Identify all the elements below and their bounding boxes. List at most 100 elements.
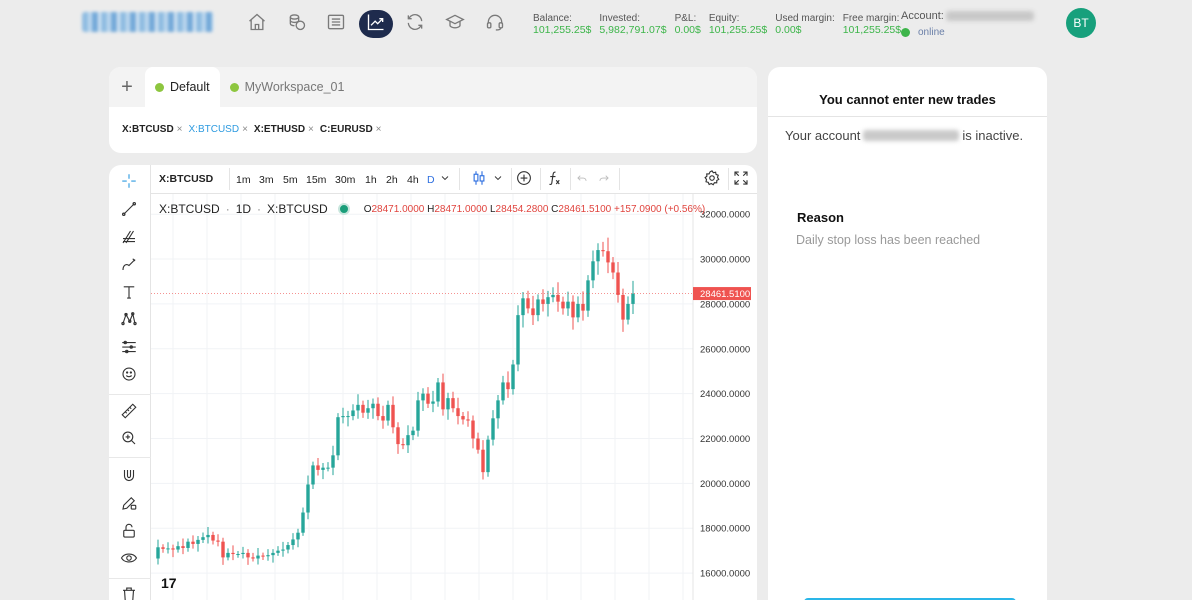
y-tick-label: 16000.0000: [700, 569, 750, 580]
stat-value: 5,982,791.07$: [599, 24, 667, 36]
timeframe-4h[interactable]: 4h: [407, 174, 419, 186]
timeframe-2h[interactable]: 2h: [386, 174, 398, 186]
close-icon[interactable]: ×: [177, 124, 183, 135]
tab-myworkspace[interactable]: MyWorkspace_01: [220, 67, 355, 107]
candle: [246, 549, 250, 565]
price-chart[interactable]: 16000.0000 18000.0000 20000.0000 22000.0000…: [151, 194, 757, 600]
legend-ohlc: O28471.0000 H28471.0000 L28454.2800 C284…: [364, 204, 706, 215]
candle: [561, 296, 565, 315]
y-tick-label: 26000.0000: [700, 344, 750, 355]
chart-type-button[interactable]: [469, 170, 489, 190]
candle-body: [391, 404, 395, 428]
nav-support[interactable]: [478, 10, 512, 38]
candle-body: [371, 403, 375, 409]
candle: [446, 392, 450, 420]
legend-interval: 1D: [235, 202, 252, 216]
candle: [621, 288, 625, 332]
candle: [521, 291, 525, 328]
candle-body: [381, 416, 385, 421]
candle: [551, 287, 555, 303]
close-icon[interactable]: ×: [242, 124, 248, 135]
tab-status-dot: [229, 82, 239, 92]
candle: [596, 243, 600, 275]
redo-button[interactable]: [594, 170, 614, 190]
candle: [586, 275, 590, 317]
account-info[interactable]: Account: online: [901, 10, 1034, 38]
candle: [326, 462, 330, 472]
add-workspace-button[interactable]: +: [109, 67, 145, 107]
candle-body: [201, 537, 205, 540]
crosshair-tool[interactable]: [118, 172, 140, 194]
timeframe-15m[interactable]: 15m: [306, 174, 326, 186]
chart-settings-button[interactable]: [702, 169, 722, 190]
fullscreen-icon: [732, 169, 750, 192]
nav-portfolio[interactable]: [280, 10, 314, 38]
tradingview-logo[interactable]: 17: [161, 575, 177, 591]
trendline-tool[interactable]: [118, 200, 140, 222]
compare-button[interactable]: [514, 170, 534, 190]
candle: [466, 411, 470, 427]
fullscreen-button[interactable]: [731, 170, 751, 190]
timeframe-dropdown[interactable]: [438, 170, 452, 190]
delete-tool[interactable]: [118, 585, 140, 600]
symbol-tab[interactable]: X:BTCUSD ×: [122, 124, 183, 135]
workspace-tabs: + Default MyWorkspace_01: [109, 67, 757, 107]
y-tick-label: 18000.0000: [700, 524, 750, 535]
candle: [191, 535, 195, 549]
nav-academy[interactable]: [438, 10, 472, 38]
pitchfork-icon: [120, 228, 138, 251]
zoom-tool[interactable]: [118, 429, 140, 451]
chart-symbol-search[interactable]: X:BTCUSD: [159, 173, 213, 185]
nav-orders[interactable]: [319, 10, 353, 38]
candle-body: [241, 552, 245, 555]
prediction-tool[interactable]: [118, 338, 140, 360]
account-id-redacted: [945, 11, 1034, 21]
graduation-cap-icon: [445, 12, 465, 37]
fib-tool[interactable]: [118, 228, 140, 250]
timeframe-d[interactable]: D: [427, 174, 435, 186]
candle-body: [396, 427, 400, 445]
timeframe-3m[interactable]: 3m: [259, 174, 274, 186]
nav-history[interactable]: [398, 10, 432, 38]
tab-default[interactable]: Default: [145, 67, 220, 107]
nav-home[interactable]: [240, 10, 274, 38]
measure-tool[interactable]: [118, 402, 140, 424]
icon-tool[interactable]: [118, 365, 140, 387]
symbol-label: X:BTCUSD: [122, 124, 174, 135]
nav-trading[interactable]: [358, 10, 393, 38]
candle: [366, 399, 370, 419]
timeframe-5m[interactable]: 5m: [283, 174, 298, 186]
symbol-tab[interactable]: C:EURUSD ×: [320, 124, 382, 135]
candle-body: [471, 420, 475, 439]
lock-drawing-tool[interactable]: [118, 494, 140, 516]
timeframe-30m[interactable]: 30m: [335, 174, 355, 186]
visibility-tool[interactable]: [118, 549, 140, 571]
timeframe-1m[interactable]: 1m: [236, 174, 251, 186]
stat-label: Free margin:: [842, 13, 900, 24]
candle: [161, 544, 165, 553]
close-icon[interactable]: ×: [308, 124, 314, 135]
candle: [221, 537, 225, 565]
timeframe-1h[interactable]: 1h: [365, 174, 377, 186]
magnet-tool[interactable]: [118, 467, 140, 489]
undo-button[interactable]: [572, 170, 592, 190]
symbol-tab-active[interactable]: X:BTCUSD ×: [189, 124, 248, 135]
chart-type-dropdown[interactable]: [491, 170, 505, 190]
lock-tool[interactable]: [118, 522, 140, 544]
avatar[interactable]: BT: [1066, 8, 1096, 38]
candle-body: [251, 557, 255, 559]
brand-logo[interactable]: [82, 12, 214, 32]
candle-body: [351, 410, 355, 417]
y-tick-label: 22000.0000: [700, 434, 750, 445]
pattern-tool[interactable]: [118, 310, 140, 332]
text-tool[interactable]: [118, 283, 140, 305]
candle-body: [511, 364, 515, 390]
symbol-tab[interactable]: X:ETHUSD ×: [254, 124, 314, 135]
candle-body: [506, 382, 510, 390]
stat-label: Used margin:: [775, 13, 835, 24]
zoom-in-icon: [120, 429, 138, 452]
candle-body: [491, 418, 495, 440]
brush-tool[interactable]: [118, 255, 140, 277]
indicators-button[interactable]: [544, 170, 564, 190]
close-icon[interactable]: ×: [376, 124, 382, 135]
